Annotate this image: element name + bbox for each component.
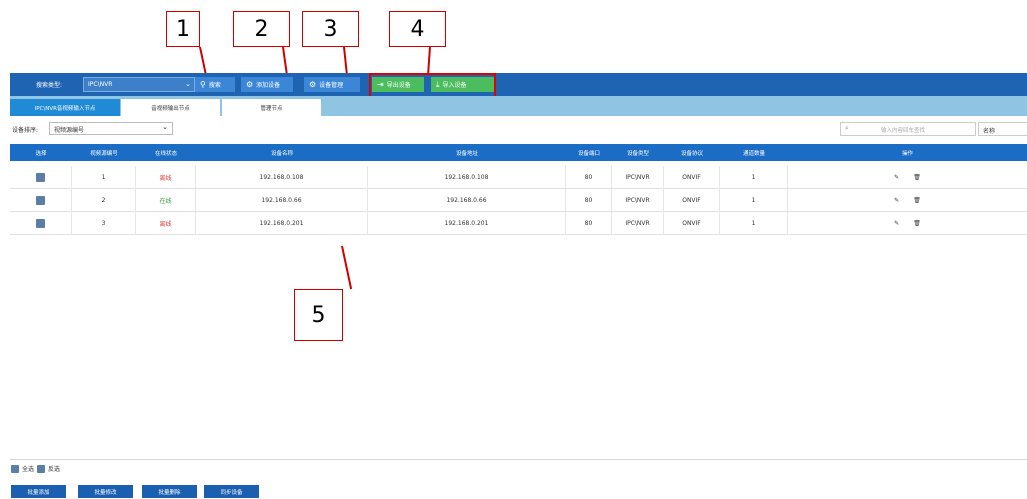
search-type-select[interactable]: IPC\NVR ⌄ <box>83 77 195 92</box>
trash-icon[interactable]: 🗑 <box>913 174 921 181</box>
batch-add-button[interactable]: 批量添加 <box>11 485 66 498</box>
table-header: 选择 视频源编号 在线状态 设备名称 设备地址 设备端口 设备类型 设备协议 通… <box>10 144 1027 161</box>
col-select: 选择 <box>35 150 47 157</box>
device-port: 80 <box>566 166 612 189</box>
search-icon: ⚲ <box>200 80 206 89</box>
footer-divider <box>10 459 1027 460</box>
source-number: 3 <box>72 212 136 235</box>
add-device-label: 添加设备 <box>256 82 281 89</box>
device-protocol: ONVIF <box>664 166 720 189</box>
search-type-label: 搜索类型: <box>36 82 63 89</box>
device-name: 192.168.0.201 <box>196 212 368 235</box>
row-select-cell <box>10 212 72 235</box>
selection-controls: 全选 反选 <box>11 464 60 473</box>
search-icon: ⌕ <box>845 124 849 132</box>
tab-input-nodes[interactable]: IPC\NVR音视频输入节点 <box>10 99 120 116</box>
device-port: 80 <box>566 189 612 212</box>
toolbar: 搜索类型: IPC\NVR ⌄ ⚲ 搜索 ⚙ 添加设备 ⚙ 设备管理 ⇥ 导出设… <box>10 73 1027 96</box>
callout-5: 5 <box>294 289 343 341</box>
device-manage-label: 设备管理 <box>319 82 344 89</box>
sort-value: 视频源编号 <box>54 127 85 134</box>
col-device-name: 设备名称 <box>270 150 293 157</box>
source-number: 2 <box>72 189 136 212</box>
device-protocol: ONVIF <box>664 189 720 212</box>
callout-3: 3 <box>302 11 359 47</box>
row-actions: ✎ 🗑 <box>788 212 1027 235</box>
batch-edit-button[interactable]: 批量修改 <box>78 485 133 498</box>
callout-5-line <box>341 245 352 290</box>
search-button[interactable]: ⚲ 搜索 <box>195 77 235 92</box>
channel-count: 1 <box>720 166 788 189</box>
tab-output-nodes[interactable]: 音视频输出节点 <box>121 99 220 116</box>
device-type: IPC\NVR <box>612 166 664 189</box>
filter-row: 设备排序: 视频源编号 ⌄ ⌕ 输入内容回车查找 名称 ⌄ <box>10 121 1027 137</box>
col-channel-count: 通道数量 <box>742 150 765 157</box>
callout-4: 4 <box>389 11 446 47</box>
callout-2: 2 <box>233 11 290 47</box>
edit-icon[interactable]: ✎ <box>894 220 899 227</box>
batch-delete-button[interactable]: 批量删除 <box>142 485 197 498</box>
source-number: 1 <box>72 166 136 189</box>
invert-checkbox[interactable] <box>37 464 46 473</box>
tab-manage-nodes[interactable]: 管理节点 <box>222 99 321 116</box>
trash-icon[interactable]: 🗑 <box>913 197 921 204</box>
row-actions: ✎ 🗑 <box>788 189 1027 212</box>
callout-4-line <box>427 46 431 73</box>
table-row: 3 离线 192.168.0.201 192.168.0.201 80 IPC\… <box>10 212 1027 235</box>
device-protocol: ONVIF <box>664 212 720 235</box>
select-all-checkbox[interactable] <box>11 464 19 473</box>
col-device-type: 设备类型 <box>626 150 649 157</box>
edit-icon[interactable]: ✎ <box>894 174 899 181</box>
col-online-status: 在线状态 <box>154 150 177 157</box>
row-checkbox[interactable] <box>36 173 45 182</box>
row-actions: ✎ 🗑 <box>788 166 1027 189</box>
chevron-down-icon: ⌄ <box>185 80 191 88</box>
sort-select[interactable]: 视频源编号 ⌄ <box>49 122 173 135</box>
field-value: 名称 <box>983 128 996 135</box>
device-port: 80 <box>566 212 612 235</box>
invert-label: 反选 <box>48 466 61 473</box>
device-address: 192.168.0.66 <box>368 189 566 212</box>
table-row: 1 离线 192.168.0.108 192.168.0.108 80 IPC\… <box>10 166 1027 189</box>
device-address: 192.168.0.108 <box>368 166 566 189</box>
device-type: IPC\NVR <box>612 212 664 235</box>
tab-bar: IPC\NVR音视频输入节点 音视频输出节点 管理节点 <box>10 96 1027 116</box>
device-manage-icon: ⚙ <box>309 80 317 89</box>
status-badge: 在线 <box>136 189 196 212</box>
table-row: 2 在线 192.168.0.66 192.168.0.66 80 IPC\NV… <box>10 189 1027 212</box>
status-badge: 离线 <box>136 212 196 235</box>
col-actions: 操作 <box>901 150 913 157</box>
row-checkbox[interactable] <box>36 219 45 228</box>
row-select-cell <box>10 166 72 189</box>
col-device-port: 设备端口 <box>577 150 600 157</box>
sync-device-button[interactable]: 同步设备 <box>204 485 259 498</box>
trash-icon[interactable]: 🗑 <box>913 220 921 227</box>
row-checkbox[interactable] <box>36 196 45 205</box>
device-name: 192.168.0.66 <box>196 189 368 212</box>
device-type: IPC\NVR <box>612 189 664 212</box>
search-placeholder: 输入内容回车查找 <box>881 128 926 134</box>
col-source-number: 视频源编号 <box>90 150 118 157</box>
field-select[interactable]: 名称 ⌄ <box>978 122 1027 136</box>
channel-count: 1 <box>720 212 788 235</box>
device-address: 192.168.0.201 <box>368 212 566 235</box>
col-device-protocol: 设备协议 <box>680 150 703 157</box>
device-name: 192.168.0.108 <box>196 166 368 189</box>
sort-label: 设备排序: <box>12 127 39 134</box>
add-device-icon: ⚙ <box>246 80 254 89</box>
add-device-button[interactable]: ⚙ 添加设备 <box>241 77 293 92</box>
select-all-label: 全选 <box>22 466 35 473</box>
search-type-value: IPC\NVR <box>88 81 113 88</box>
search-button-label: 搜索 <box>208 82 221 89</box>
search-input[interactable]: ⌕ 输入内容回车查找 <box>840 122 976 136</box>
callout-1: 1 <box>166 11 200 47</box>
chevron-down-icon: ⌄ <box>162 123 168 131</box>
col-device-address: 设备地址 <box>455 150 478 157</box>
edit-icon[interactable]: ✎ <box>894 197 899 204</box>
status-badge: 离线 <box>136 166 196 189</box>
row-select-cell <box>10 189 72 212</box>
channel-count: 1 <box>720 189 788 212</box>
device-manage-button[interactable]: ⚙ 设备管理 <box>304 77 360 92</box>
